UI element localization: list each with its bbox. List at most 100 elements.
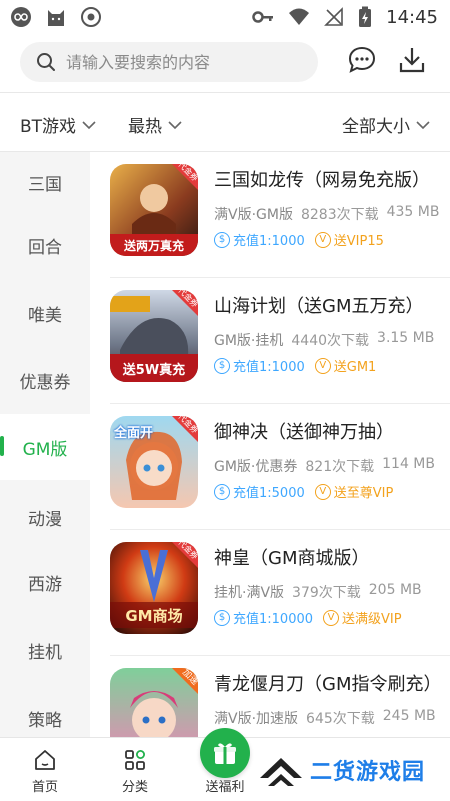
battery-charging-icon [359,6,372,27]
sidebar-item-sanguo[interactable]: 三国 [0,152,90,212]
game-meta: 满V版·GM版 8283次下载 435 MB [214,204,439,224]
sidebar-item-label: 回合 [28,237,62,258]
search-box[interactable] [20,42,318,82]
list-item[interactable]: 加速 青龙偃月刀（GM指令刷充） 满V版·加速版 645次下载 245 MB [90,656,450,737]
game-size: 3.15 MB [377,330,435,346]
list-item[interactable]: 送5W真充 代金券 山海计划（送GM五万充） GM版·挂机 4440次下载 3.… [90,278,450,404]
nav-home[interactable]: 首页 [10,738,80,801]
gift-icon [214,743,236,764]
list-item[interactable]: GM商场 代金券 神皇（GM商城版） 挂机·满V版 379次下载 205 MB … [90,530,450,656]
game-icon-caption: GM商场 [125,606,183,625]
sidebar-item-label: 挂机 [28,642,62,663]
game-meta: 满V版·加速版 645次下载 245 MB [214,708,436,728]
recharge-tag: $ 充值1:1000 [214,230,305,249]
game-icon: 加速 [110,668,198,737]
sidebar-item-aesthetic[interactable]: 唯美 [0,283,90,343]
sidebar-item-label: 策略 [28,710,62,731]
vip-label: 送满级VIP [342,612,402,627]
filter-size-label: 全部大小 [342,117,410,137]
sidebar-item-journey-west[interactable]: 西游 [0,552,90,612]
game-size: 245 MB [382,708,436,724]
recharge-label: 充值1:1000 [233,234,305,249]
game-tags: 满V版·GM版 [214,207,293,223]
sidebar-item-anime[interactable]: 动漫 [0,487,90,547]
sidebar-item-gm[interactable]: GM版 [0,414,90,480]
sidebar-item-turn-based[interactable]: 回合 [0,215,90,275]
nav-category[interactable]: 分类 [100,738,170,801]
filter-type-label: BT游戏 [20,117,77,137]
filter-sort-dropdown[interactable]: 最热 [128,112,182,137]
game-icon-caption: 送两万真充 [123,238,184,253]
game-meta: GM版·挂机 4440次下载 3.15 MB [214,330,434,350]
recharge-label: 充值1:10000 [233,612,314,627]
game-title: 神皇（GM商城版） [214,548,370,569]
search-input[interactable] [66,52,296,72]
sidebar-item-strategy[interactable]: 策略 [0,688,90,737]
game-size: 114 MB [382,456,435,472]
vip-icon: V [314,357,331,374]
filter-row: BT游戏 最热 全部大小 [0,93,450,151]
search-icon [37,53,55,71]
sidebar-item-label: 动漫 [28,509,62,530]
game-downloads: 4440次下载 [291,333,370,349]
welfare-gift-button[interactable] [200,728,250,778]
recharge-label: 充值1:5000 [233,486,305,501]
recharge-icon: $ [214,357,230,374]
vip-label: 送GM1 [333,360,377,375]
filter-size-dropdown[interactable]: 全部大小 [342,112,430,137]
game-downloads: 379次下载 [292,585,361,601]
recharge-label: 充值1:1000 [233,360,305,375]
game-title: 御神决（送御神万抽） [214,422,394,443]
sidebar-item-idle[interactable]: 挂机 [0,620,90,680]
nav-welfare-label: 送福利 [205,780,245,795]
status-bar: 14:45 [0,0,450,36]
recharge-icon: $ [214,231,230,248]
game-icon-caption: 送5W真充 [122,362,186,378]
game-tags: 挂机·满V版 [214,585,285,601]
sidebar-item-label: 唯美 [28,305,62,326]
game-icon-caption: 全面开 [114,426,154,441]
game-downloads: 821次下载 [305,459,375,475]
game-meta: 挂机·满V版 379次下载 205 MB [214,582,422,602]
site-watermark: 二货游戏园 [258,752,425,788]
no-signal-icon [324,7,343,26]
game-tags: GM版·挂机 [214,333,284,349]
vip-icon: V [323,609,340,626]
game-tags: GM版·优惠券 [214,459,298,475]
game-icon: 送5W真充 代金券 [110,290,198,382]
sidebar-item-label: GM版 [22,439,68,460]
chevron-down-icon [416,120,430,129]
vip-label: 送VIP15 [333,234,384,249]
game-icon: GM商场 代金券 [110,542,198,634]
status-time: 14:45 [386,6,438,28]
list-item[interactable]: 送两万真充 代金券 三国如龙传（网易免充版） 满V版·GM版 8283次下载 4… [90,152,450,278]
vip-icon: V [314,483,331,500]
game-benefits: $ 充值1:5000 V 送至尊VIP [214,482,393,501]
list-item[interactable]: 全面开 代金券 御神决（送御神万抽） GM版·优惠券 821次下载 114 MB… [90,404,450,530]
game-icon: 全面开 代金券 [110,416,198,508]
watermark-logo-icon [260,758,302,786]
filter-sort-label: 最热 [128,117,162,137]
cat-icon [48,10,64,26]
message-icon[interactable] [346,44,378,76]
game-icon: 送两万真充 代金券 [110,164,198,256]
game-title: 三国如龙传（网易免充版） [214,170,430,191]
game-benefits: $ 充值1:10000 V 送满级VIP [214,608,402,627]
game-size: 205 MB [368,582,422,598]
watermark-text: 二货游戏园 [310,760,426,785]
nav-category-label: 分类 [121,780,148,795]
wifi-icon [289,8,310,25]
recharge-tag: $ 充值1:5000 [214,482,305,501]
vip-icon: V [314,231,331,248]
category-icon [125,750,145,770]
game-meta: GM版·优惠券 821次下载 114 MB [214,456,435,476]
game-size: 435 MB [386,204,440,220]
sidebar-item-coupon[interactable]: 优惠券 [0,350,90,410]
game-title: 山海计划（送GM五万充） [214,296,424,317]
search-row [0,36,450,92]
vip-tag: V 送VIP15 [314,230,384,249]
record-icon [81,7,101,27]
download-icon[interactable] [396,44,428,76]
category-sidebar: 三国 回合 唯美 优惠券 GM版 动漫 西游 挂机 策略 [0,152,90,737]
filter-type-dropdown[interactable]: BT游戏 [20,112,96,137]
